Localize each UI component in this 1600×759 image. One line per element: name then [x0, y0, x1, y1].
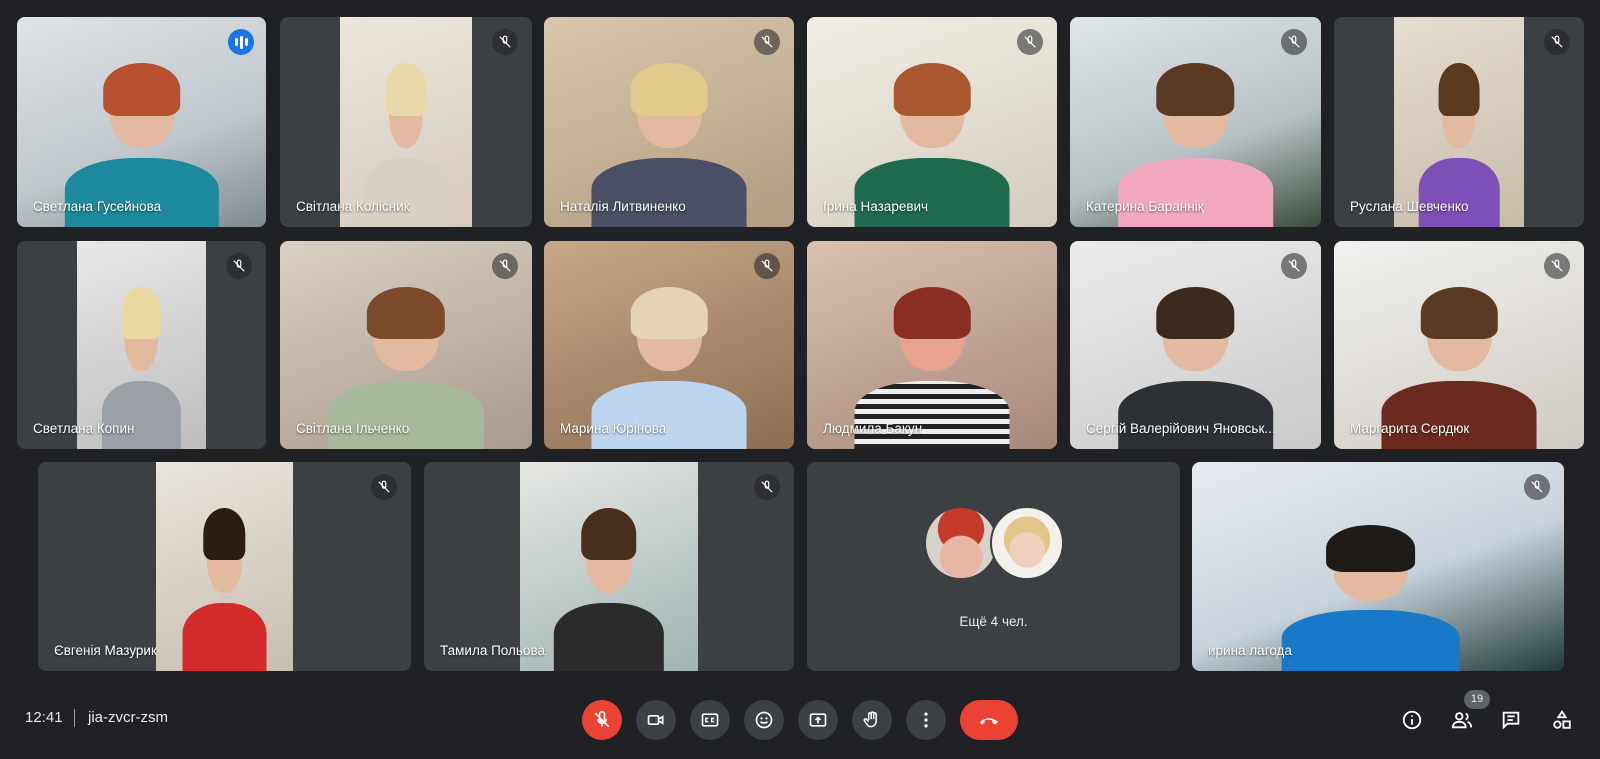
raise-hand-icon [863, 711, 877, 728]
participant-video [807, 241, 1057, 449]
participant-name: Тамила Польова [440, 643, 545, 658]
speaking-indicator-icon [228, 29, 254, 55]
reactions-button[interactable] [744, 700, 784, 740]
participant-figure [182, 507, 267, 671]
participant-video [17, 17, 266, 227]
present-screen-button[interactable] [798, 700, 838, 740]
participant-tile[interactable]: Катерина Баранніқ [1070, 17, 1321, 227]
participant-tile[interactable]: Світлана Ільченко [280, 241, 532, 449]
activities-icon [1553, 710, 1571, 729]
participant-name: Євгенія Мазурик [54, 643, 157, 658]
mic-off-icon [1017, 29, 1043, 55]
participant-tile[interactable]: Тамила Польова [424, 462, 794, 671]
participant-name: Марина Юрінова [560, 421, 667, 436]
mic-off-icon [492, 29, 518, 55]
raise-hand-button[interactable] [852, 700, 892, 740]
captions-icon [701, 713, 719, 727]
people-icon [1451, 712, 1473, 729]
activities-button[interactable] [1545, 703, 1579, 737]
participant-name: Светлана Копин [33, 421, 135, 436]
participant-video [1394, 17, 1524, 227]
mic-off-icon [1544, 29, 1570, 55]
captions-button[interactable] [690, 700, 730, 740]
participant-name: Маргарита Сердюк [1350, 421, 1470, 436]
participant-name: Світлана Ільченко [296, 421, 410, 436]
participant-tile[interactable]: Светлана Копин [17, 241, 266, 449]
mic-off-icon [371, 474, 397, 500]
participant-name: Светлана Гусейнова [33, 199, 162, 214]
mic-off-icon [1281, 29, 1307, 55]
participant-name: Сергій Валерійович Яновськ... [1086, 421, 1276, 436]
divider [74, 709, 75, 727]
participant-avatar [924, 506, 998, 580]
leave-call-icon [980, 718, 998, 725]
microphone-toggle-button[interactable] [582, 700, 622, 740]
participant-tile[interactable]: Ірина Назаревич [807, 17, 1057, 227]
emoji-icon [755, 711, 773, 729]
participant-name: Ірина Назаревич [823, 199, 929, 214]
info-icon [1402, 710, 1422, 730]
chat-icon [1502, 711, 1520, 730]
leave-call-button[interactable] [960, 700, 1018, 740]
mic-off-icon [492, 253, 518, 279]
present-icon [809, 713, 827, 727]
more-participants-tile[interactable]: Ещё 4 чел. [807, 462, 1180, 671]
mic-off-icon [1524, 474, 1550, 500]
participant-video [340, 17, 472, 227]
chat-button[interactable] [1494, 703, 1528, 737]
participant-figure [1281, 524, 1460, 671]
participant-name: Світлана Колісник [296, 199, 410, 214]
camera-icon [647, 715, 664, 725]
participant-tile[interactable]: Сергій Валерійович Яновськ... [1070, 241, 1321, 449]
participant-video [156, 462, 293, 671]
meeting-info-button[interactable] [1395, 703, 1429, 737]
participant-avatar [990, 506, 1064, 580]
participant-tile[interactable]: Людмила Бакун [807, 241, 1057, 449]
participant-video [1192, 462, 1564, 671]
camera-toggle-button[interactable] [636, 700, 676, 740]
participant-tile[interactable]: Наталія Литвиненко [544, 17, 794, 227]
more-options-icon [924, 712, 928, 728]
meeting-code: jia-zvcr-zsm [88, 709, 168, 726]
more-options-button[interactable] [906, 700, 946, 740]
mic-off-icon [754, 29, 780, 55]
participant-name: Руслана Шевченко [1350, 199, 1469, 214]
mic-off-icon [1544, 253, 1570, 279]
participant-tile[interactable]: Маргарита Сердюк [1334, 241, 1584, 449]
participant-tile[interactable]: Марина Юрінова [544, 241, 794, 449]
mic-off-icon [754, 253, 780, 279]
participant-video [77, 241, 206, 449]
people-count-badge: 19 [1464, 690, 1490, 709]
mic-off-icon [226, 253, 252, 279]
participant-video [520, 462, 698, 671]
participant-figure [553, 507, 665, 671]
participant-tile[interactable]: ирина лагода [1192, 462, 1564, 671]
participant-name: Наталія Литвиненко [560, 199, 686, 214]
participant-tile[interactable]: Руслана Шевченко [1334, 17, 1584, 227]
participant-name: Катерина Баранніқ [1086, 199, 1204, 214]
participant-tile[interactable]: Світлана Колісник [280, 17, 532, 227]
mic-off-icon [1281, 253, 1307, 279]
meet-stage: Светлана Гусейнова Світлана Колісник Нат… [0, 0, 1600, 759]
more-participants-label: Ещё 4 чел. [959, 614, 1028, 629]
participant-tile[interactable]: Євгенія Мазурик [38, 462, 411, 671]
meeting-time: 12:41 [25, 709, 63, 726]
participant-name: ирина лагода [1208, 643, 1292, 658]
participant-tile[interactable]: Светлана Гусейнова [17, 17, 266, 227]
microphone-off-icon [594, 710, 610, 728]
participant-name: Людмила Бакун [823, 421, 923, 436]
mic-off-icon [754, 474, 780, 500]
